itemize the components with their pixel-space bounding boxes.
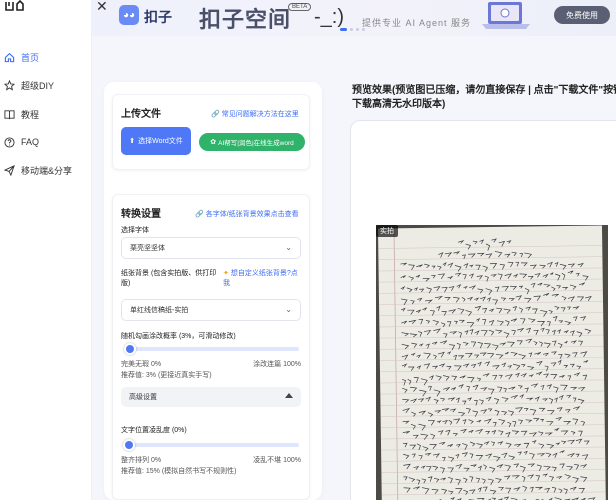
star-icon <box>3 79 15 91</box>
photo-tag: 实拍 <box>376 225 398 237</box>
laptop-illustration-icon <box>482 2 530 29</box>
typo-slider[interactable] <box>124 343 299 355</box>
font-preview-link[interactable]: 🔗 各字体/纸张背景效果点击查看 <box>195 209 299 219</box>
carousel-dots[interactable] <box>340 28 365 31</box>
link-icon: 🔗 <box>195 211 204 218</box>
sidebar-item-mobile-share[interactable]: 移动端&分享 <box>0 159 92 181</box>
logo-icon <box>5 0 24 11</box>
background-select[interactable]: 单红线信稿纸-实拍 ⌄ <box>121 299 301 321</box>
typo-label: 随机勾画涂改概率 (3%，可滑动修改) <box>121 333 236 340</box>
sidebar-item-label: 移动端&分享 <box>21 165 73 176</box>
settings-panel: 上传文件 🔗 常见问题解决方法在这里 ⬆ 选择Word文件 ✿ AI帮写|润色|… <box>104 82 322 500</box>
ai-icon: ✿ <box>210 139 217 146</box>
sparkle-icon: ✦ <box>223 270 229 277</box>
close-icon[interactable]: ✕ <box>96 0 108 15</box>
ad-banner[interactable]: ✕ ◕◕ 扣子 扣子空间 BETA -_:) 提供专业 AI Agent 服务 … <box>92 0 616 36</box>
link-icon: 🔗 <box>211 111 220 118</box>
handwriting-paper <box>377 225 607 500</box>
typo-min-label: 完美无瑕 0% <box>121 361 162 368</box>
background-label: 纸张背景 (包含实拍版、供打印版) <box>121 270 217 287</box>
help-icon <box>3 136 15 148</box>
brand-logo-icon: ◕◕ <box>119 5 139 25</box>
slider-handle[interactable] <box>124 343 137 355</box>
banner-title: 扣子空间 <box>199 7 292 32</box>
position-slider[interactable] <box>123 439 299 451</box>
banner-brand: 扣子 <box>144 9 172 25</box>
chevron-down-icon: ⌄ <box>285 243 292 252</box>
sidebar-item-tutorial[interactable]: 教程 <box>0 103 92 125</box>
sidebar-item-label: 首页 <box>21 52 40 63</box>
banner-subtitle: 提供专业 AI Agent 服务 <box>362 18 472 28</box>
custom-background-link[interactable]: ✦ 想自定义纸张背景?点我 <box>223 269 303 289</box>
font-label: 选择字体 <box>121 227 149 234</box>
position-min-label: 整齐排列 0% <box>121 457 162 464</box>
position-recommend: 推荐值: 15% (模拟自然书写不规则性) <box>121 468 237 475</box>
home-icon <box>3 51 15 63</box>
chevron-up-icon <box>285 393 293 398</box>
position-label: 文字位置凌乱度 (0%) <box>121 427 187 434</box>
preview-title: 预览效果(预览图已压缩，请勿直接保存 | 点击"下载文件"按钮 下载高清无水印版… <box>352 85 616 110</box>
beta-badge: BETA <box>288 3 312 11</box>
free-use-button[interactable]: 免费使用 <box>554 6 610 24</box>
convert-settings-card: 转换设置 🔗 各字体/纸张背景效果点击查看 选择字体 栗亮坚坚体 ⌄ 纸张背景 … <box>112 194 310 500</box>
sidebar-item-label: 超级DIY <box>21 80 55 91</box>
book-icon <box>3 108 15 120</box>
upload-title: 上传文件 <box>121 109 161 120</box>
convert-title: 转换设置 <box>121 209 161 220</box>
sidebar-item-label: 教程 <box>21 109 40 120</box>
sidebar: 首页 超级DIY 教程 FAQ 移动端&分享 <box>0 0 92 500</box>
chevron-down-icon: ⌄ <box>285 305 292 314</box>
slider-handle[interactable] <box>123 439 135 451</box>
select-word-button[interactable]: ⬆ 选择Word文件 <box>121 127 191 155</box>
handwriting-lines <box>378 228 606 500</box>
help-link[interactable]: 🔗 常见问题解决方法在这里 <box>211 109 299 119</box>
typo-max-label: 涂改连篇 100% <box>253 361 301 368</box>
sidebar-item-faq[interactable]: FAQ <box>0 131 92 153</box>
sidebar-item-home[interactable]: 首页 <box>0 46 92 68</box>
position-max-label: 凌乱不堪 100% <box>253 457 301 464</box>
send-icon <box>3 164 15 176</box>
banner-smile: -_:) <box>314 6 344 28</box>
sidebar-item-label: FAQ <box>21 137 40 147</box>
typo-recommend: 推荐值: 3% (更接近真实手写) <box>121 372 212 379</box>
advanced-settings-toggle[interactable]: 高级设置 <box>121 387 301 407</box>
sidebar-item-super-diy[interactable]: 超级DIY <box>0 74 92 96</box>
upload-icon: ⬆ <box>129 138 136 145</box>
upload-card: 上传文件 🔗 常见问题解决方法在这里 ⬆ 选择Word文件 ✿ AI帮写|润色|… <box>112 94 310 170</box>
preview-image[interactable] <box>376 225 608 500</box>
ai-write-button[interactable]: ✿ AI帮写|润色|在线生成word <box>199 133 305 151</box>
font-select[interactable]: 栗亮坚坚体 ⌄ <box>121 237 301 259</box>
